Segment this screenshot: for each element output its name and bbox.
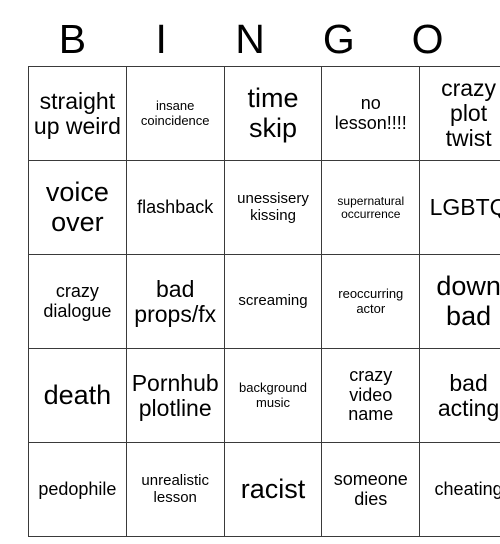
bingo-row: death Pornhub plotline background music … xyxy=(28,348,500,443)
bingo-cell[interactable]: background music xyxy=(223,348,323,443)
bingo-cell[interactable]: no lesson!!!! xyxy=(321,66,421,161)
bingo-cell[interactable]: crazy dialogue xyxy=(28,254,127,349)
bingo-cell[interactable]: crazy video name xyxy=(321,348,421,443)
header-letter-o: O xyxy=(411,15,444,62)
header-letter-n: N xyxy=(235,15,265,62)
bingo-row: crazy dialogue bad props/fx screaming re… xyxy=(28,254,500,349)
bingo-cell[interactable]: flashback xyxy=(125,160,225,255)
bingo-cell[interactable]: crazy plot twist xyxy=(419,66,500,161)
bingo-card: B I N G O straight up weird insane coinc… xyxy=(28,12,500,537)
bingo-cell[interactable]: supernatural occurrence xyxy=(321,160,421,255)
bingo-cell[interactable]: insane coincidence xyxy=(125,66,225,161)
bingo-cell[interactable]: down bad xyxy=(419,254,500,349)
bingo-cell[interactable]: bad props/fx xyxy=(125,254,225,349)
header-letter-i: I xyxy=(155,15,167,62)
bingo-header-row: B I N G O xyxy=(28,12,472,66)
header-letter-b: B xyxy=(58,15,87,62)
bingo-cell[interactable]: racist xyxy=(223,442,323,537)
bingo-cell[interactable]: Pornhub plotline xyxy=(125,348,225,443)
bingo-cell[interactable]: straight up weird xyxy=(28,66,127,161)
bingo-cell[interactable]: someone dies xyxy=(321,442,421,537)
header-letter-g: G xyxy=(322,15,355,62)
bingo-cell[interactable]: LGBTQ xyxy=(419,160,500,255)
bingo-cell[interactable]: time skip xyxy=(223,66,323,161)
bingo-grid: straight up weird insane coincidence tim… xyxy=(28,66,500,537)
bingo-cell[interactable]: voice over xyxy=(28,160,127,255)
bingo-cell[interactable]: cheating xyxy=(419,442,500,537)
bingo-row: pedophile unrealistic lesson racist some… xyxy=(28,442,500,537)
bingo-row: straight up weird insane coincidence tim… xyxy=(28,66,500,161)
bingo-cell[interactable]: pedophile xyxy=(28,442,127,537)
bingo-cell[interactable]: reoccurring actor xyxy=(321,254,421,349)
bingo-cell[interactable]: unrealistic lesson xyxy=(125,442,225,537)
bingo-row: voice over flashback unessisery kissing … xyxy=(28,160,500,255)
bingo-cell[interactable]: unessisery kissing xyxy=(223,160,323,255)
bingo-cell[interactable]: death xyxy=(28,348,127,443)
bingo-cell[interactable]: bad acting xyxy=(419,348,500,443)
bingo-cell[interactable]: screaming xyxy=(223,254,323,349)
